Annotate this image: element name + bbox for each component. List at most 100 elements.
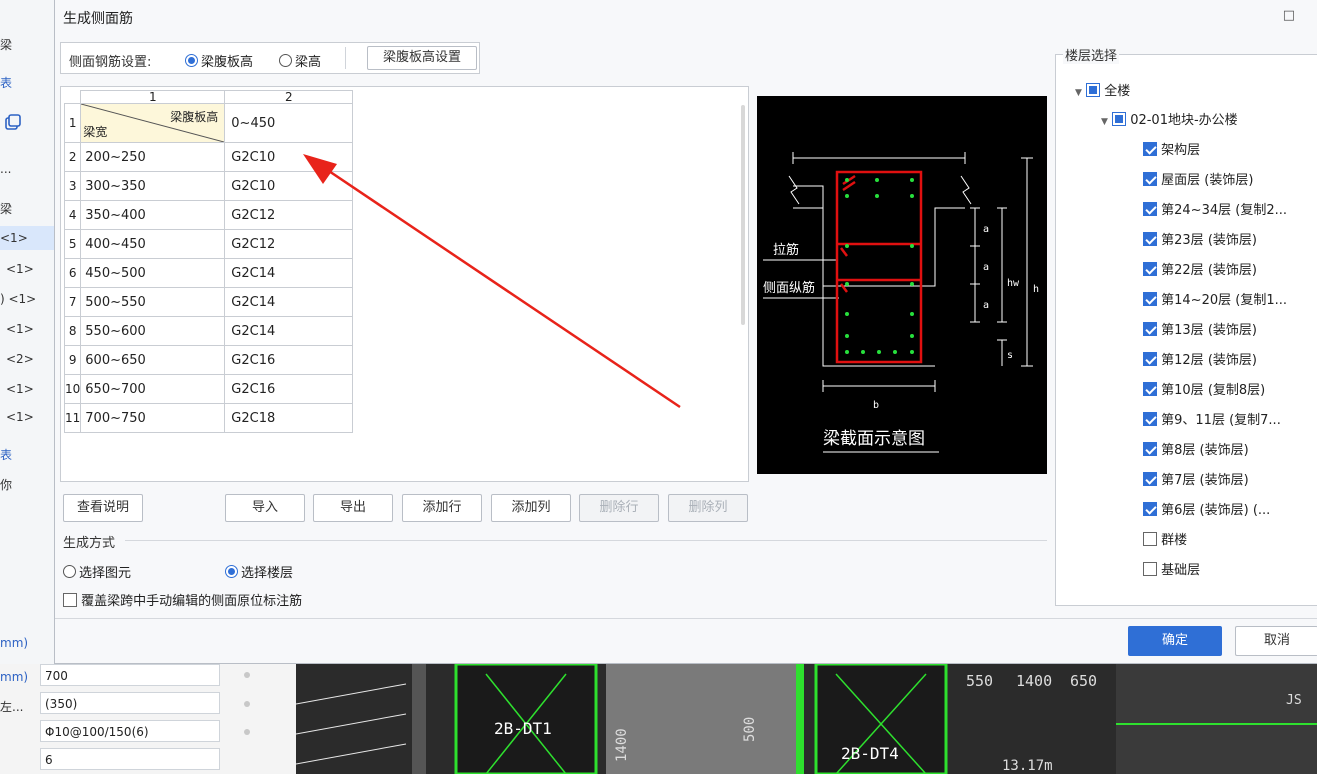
caret-down-icon[interactable]: ▼	[1075, 88, 1082, 98]
tree-label: 全楼	[1104, 84, 1131, 99]
override-checkbox[interactable]: 覆盖梁跨中手动编辑的侧面原位标注筋	[63, 590, 302, 609]
floor-item[interactable]: 第6层 (装饰层) (...	[1143, 499, 1270, 518]
row-number: 11	[63, 403, 82, 433]
table-cell[interactable]: 350~400	[80, 200, 226, 230]
prop-dot	[244, 729, 250, 735]
delete-col-button[interactable]: 删除列	[668, 494, 748, 522]
checkbox-icon[interactable]	[1143, 262, 1157, 276]
prop-field[interactable]: Φ10@100/150(6)	[40, 720, 220, 742]
col-header[interactable]: 1	[80, 90, 226, 104]
checkbox-icon[interactable]	[1143, 202, 1157, 216]
bg-list-item-selected[interactable]: <1>	[0, 226, 58, 250]
web-height-settings-button[interactable]: 梁腹板高设置	[367, 46, 477, 70]
checkbox-icon[interactable]	[1143, 532, 1157, 546]
delete-row-button[interactable]: 删除行	[579, 494, 659, 522]
floor-item[interactable]: 群楼	[1143, 529, 1187, 548]
checkbox-label: 覆盖梁跨中手动编辑的侧面原位标注筋	[81, 594, 303, 609]
table-cell[interactable]: 0~450	[224, 103, 354, 143]
row-number: 5	[63, 229, 82, 259]
checkbox-icon[interactable]	[1143, 412, 1157, 426]
prop-field[interactable]: (350)	[40, 692, 220, 714]
checkbox-icon[interactable]	[1143, 352, 1157, 366]
tree-root[interactable]: ▼ 全楼	[1075, 80, 1130, 99]
radio-label: 梁高	[295, 55, 322, 70]
bg-ellipsis: ...	[0, 162, 12, 176]
table-cell[interactable]: 500~550	[80, 287, 226, 317]
view-help-button[interactable]: 查看说明	[63, 494, 143, 522]
table-cell[interactable]: 650~700	[80, 374, 226, 404]
floor-item[interactable]: 第8层 (装饰层)	[1143, 439, 1249, 458]
floor-item[interactable]: 第7层 (装饰层)	[1143, 469, 1249, 488]
dim-hw: hw	[1007, 278, 1020, 289]
checkbox-icon[interactable]	[1143, 292, 1157, 306]
row-number: 10	[63, 374, 82, 404]
table-cell[interactable]: 200~250	[80, 142, 226, 172]
bg-list-item[interactable]: <2>	[6, 352, 34, 366]
bg-tab[interactable]: 表	[0, 74, 12, 91]
table-cell[interactable]: 400~450	[80, 229, 226, 259]
floor-item[interactable]: 架构层	[1143, 139, 1200, 158]
import-button[interactable]: 导入	[225, 494, 305, 522]
table-cell[interactable]: 700~750	[80, 403, 226, 433]
checkbox-icon[interactable]	[1143, 382, 1157, 396]
add-col-button[interactable]: 添加列	[491, 494, 571, 522]
copy-icon[interactable]	[0, 110, 24, 134]
bg-list-item[interactable]: <1>	[6, 382, 34, 396]
radio-beam-height[interactable]: 梁高	[279, 51, 321, 70]
floor-label: 第13层 (装饰层)	[1161, 323, 1257, 338]
checkbox-icon[interactable]	[1143, 472, 1157, 486]
cancel-button[interactable]: 取消	[1235, 626, 1317, 656]
checkbox-icon[interactable]	[1143, 322, 1157, 336]
export-button[interactable]: 导出	[313, 494, 393, 522]
bg-list-item[interactable]: <1>	[6, 410, 34, 424]
tree-building[interactable]: ▼ 02-01地块-办公楼	[1101, 109, 1238, 128]
ok-button[interactable]: 确定	[1128, 626, 1222, 656]
floor-label: 第10层 (复制8层)	[1161, 383, 1266, 398]
maximize-icon[interactable]: □	[1283, 8, 1295, 23]
diagonal-header: 梁腹板高 梁宽	[81, 104, 225, 142]
checkbox-icon[interactable]	[1143, 502, 1157, 516]
divider	[55, 618, 1317, 619]
floor-label: 架构层	[1161, 143, 1201, 158]
cad-label: 2B-DT4	[841, 744, 899, 763]
table-cell[interactable]: 550~600	[80, 316, 226, 346]
table-cell[interactable]: 300~350	[80, 171, 226, 201]
diagonal-header-cell[interactable]: 梁腹板高 梁宽	[80, 103, 226, 143]
radio-web-height[interactable]: 梁腹板高	[185, 51, 253, 70]
checkbox-icon[interactable]	[1112, 112, 1127, 126]
floor-item[interactable]: 第13层 (装饰层)	[1143, 319, 1257, 338]
table-cell[interactable]: 450~500	[80, 258, 226, 288]
table-scrollbar[interactable]	[741, 105, 745, 325]
prop-field[interactable]: 700	[40, 664, 220, 686]
checkbox-icon[interactable]	[1143, 442, 1157, 456]
floor-item[interactable]: 基础层	[1143, 559, 1200, 578]
add-row-button[interactable]: 添加行	[402, 494, 482, 522]
radio-select-element[interactable]: 选择图元	[63, 562, 131, 581]
table-cell[interactable]: 600~650	[80, 345, 226, 375]
floor-item[interactable]: 第9、11层 (复制7...	[1143, 409, 1281, 428]
bg-list-item[interactable]: <1>	[6, 262, 34, 276]
floor-item[interactable]: 第10层 (复制8层)	[1143, 379, 1265, 398]
floor-item[interactable]: 第23层 (装饰层)	[1143, 229, 1257, 248]
cad-drawing-area[interactable]: 2B-DT1 1400 500 2B-DT4 550 1400 650 13.1…	[296, 664, 1317, 774]
bg-tab[interactable]: 表	[0, 446, 12, 463]
radio-select-floor[interactable]: 选择楼层	[225, 562, 293, 581]
floor-item[interactable]: 第14~20层 (复制1...	[1143, 289, 1287, 308]
prop-field[interactable]: 6	[40, 748, 220, 770]
checkbox-icon[interactable]	[1143, 172, 1157, 186]
checkbox-icon[interactable]	[1143, 142, 1157, 156]
caret-down-icon[interactable]: ▼	[1101, 117, 1108, 127]
tree-label: 02-01地块-办公楼	[1130, 113, 1238, 128]
beam-section-preview: 拉筋 侧面纵筋 a a a hw h s b 梁截面示意图	[757, 96, 1047, 474]
floor-item[interactable]: 第24~34层 (复制2...	[1143, 199, 1287, 218]
checkbox-icon[interactable]	[1143, 232, 1157, 246]
checkbox-icon[interactable]	[1143, 562, 1157, 576]
checkbox-icon[interactable]	[1086, 83, 1101, 97]
floor-item[interactable]: 第12层 (装饰层)	[1143, 349, 1257, 368]
bg-list-item[interactable]: <1>	[6, 322, 34, 336]
col-header[interactable]: 2	[224, 90, 354, 104]
beam-section-diagram: 拉筋 侧面纵筋 a a a hw h s b 梁截面示意图	[763, 152, 1039, 453]
bg-list-item[interactable]: ) <1>	[0, 292, 36, 306]
floor-item[interactable]: 第22层 (装饰层)	[1143, 259, 1257, 278]
floor-item[interactable]: 屋面层 (装饰层)	[1143, 169, 1253, 188]
